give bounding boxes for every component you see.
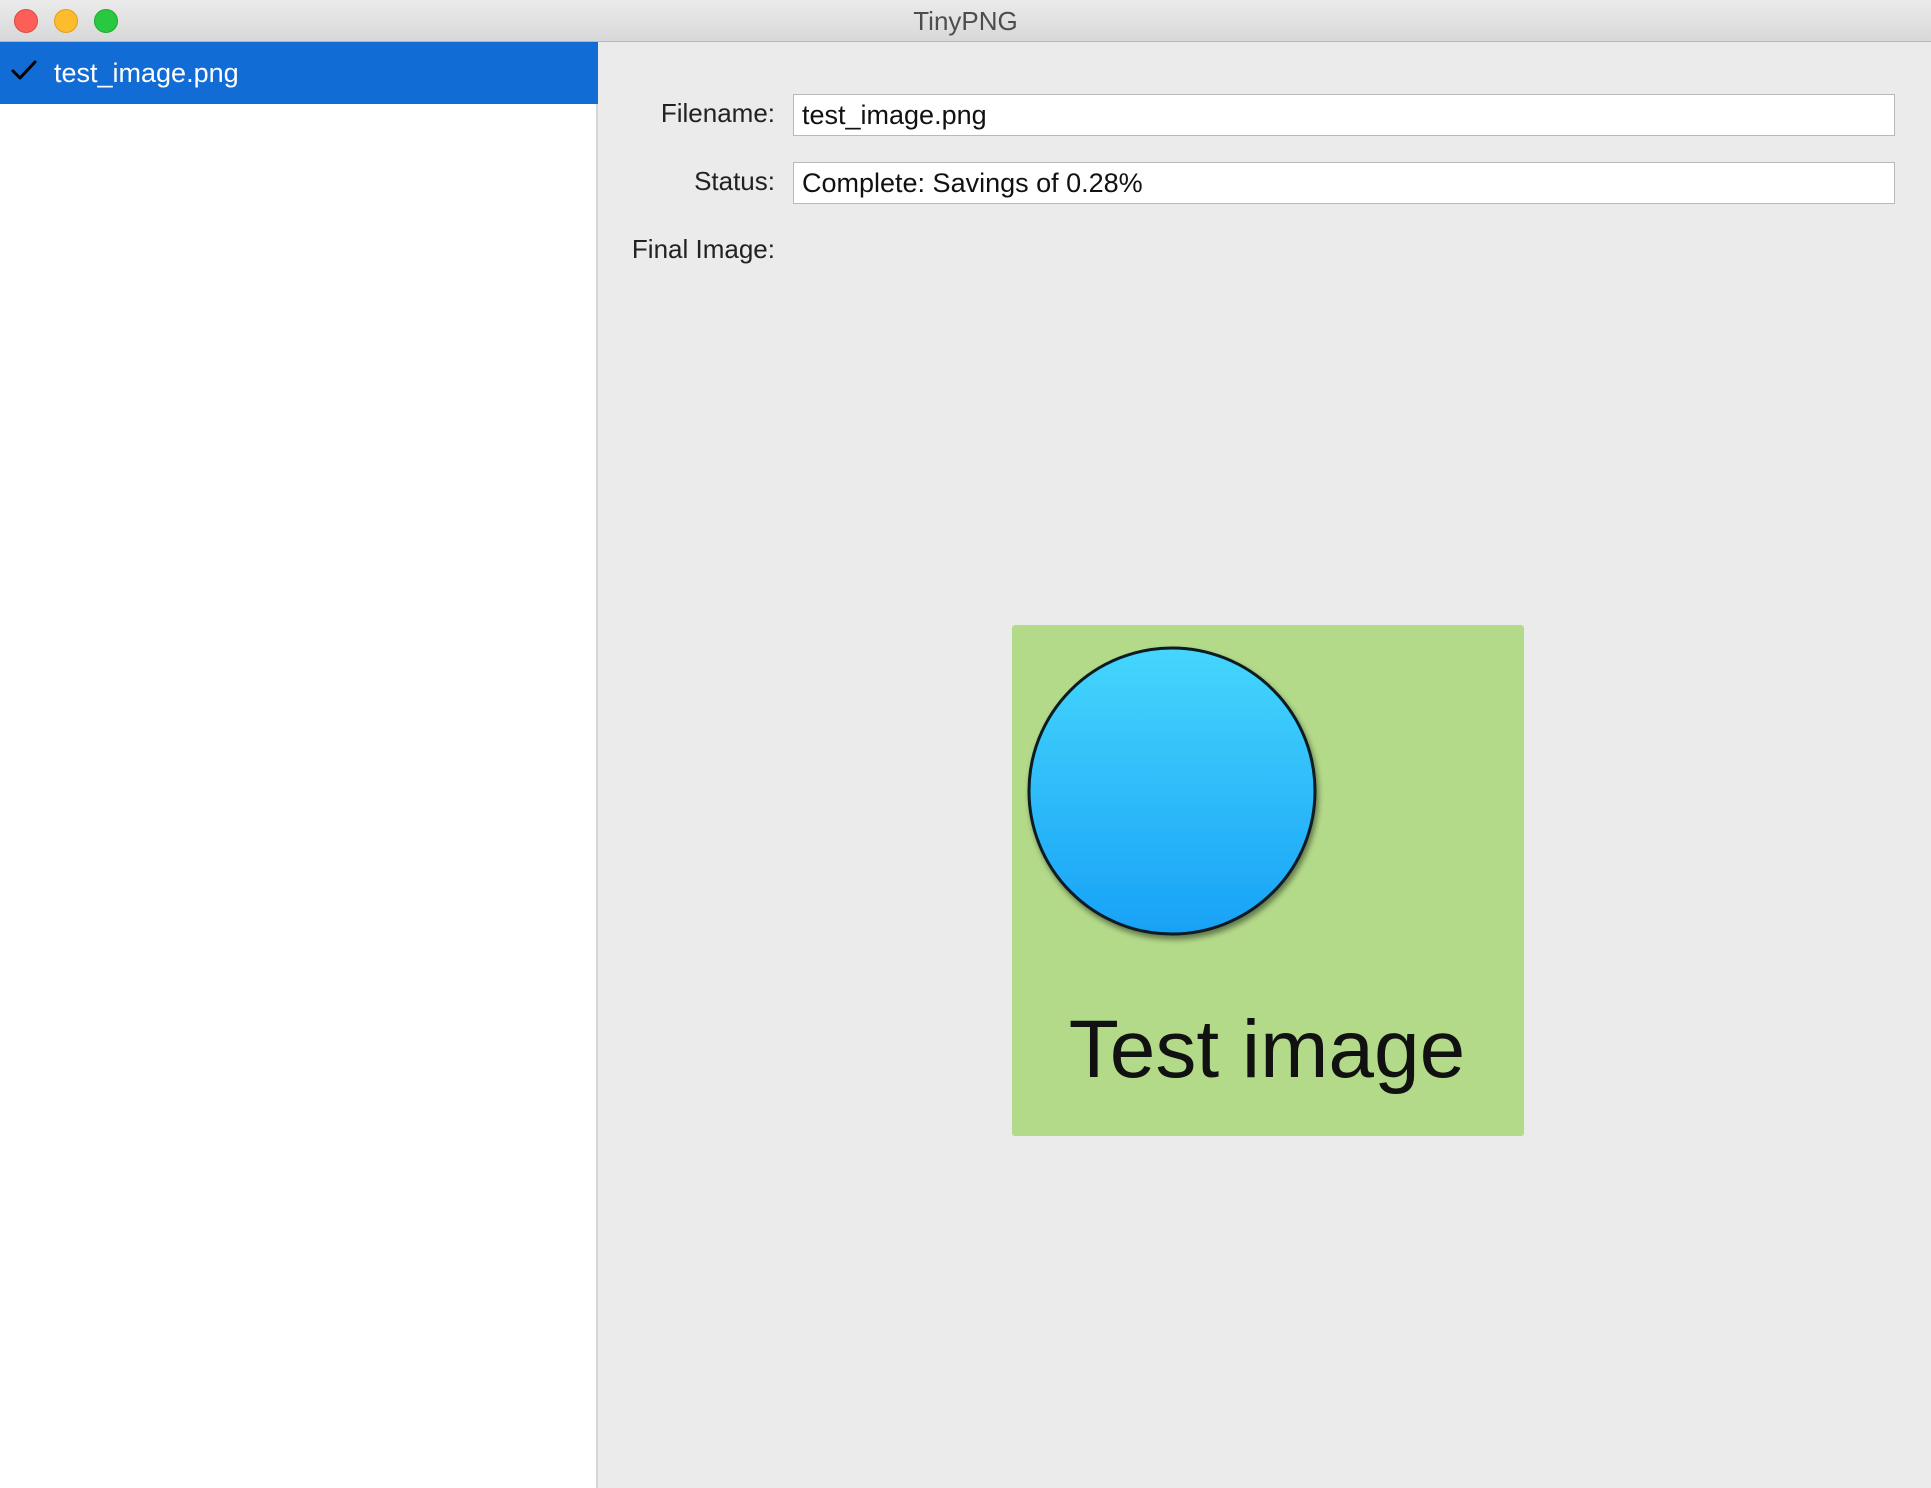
file-list-sidebar: test_image.png bbox=[0, 42, 598, 1488]
window-title: TinyPNG bbox=[913, 6, 1018, 36]
status-field[interactable]: Complete: Savings of 0.28% bbox=[793, 162, 1895, 204]
checkmark-icon bbox=[11, 60, 37, 80]
filename-label: Filename: bbox=[660, 98, 775, 128]
title-bar[interactable]: TinyPNG bbox=[0, 0, 1931, 42]
preview-caption: Test image bbox=[1069, 1004, 1466, 1095]
file-list-item-label: test_image.png bbox=[54, 58, 239, 88]
filename-field[interactable]: test_image.png bbox=[793, 94, 1895, 136]
file-list-item[interactable]: test_image.png bbox=[0, 42, 598, 104]
preview-circle bbox=[1027, 646, 1317, 936]
final-image-label: Final Image: bbox=[631, 234, 775, 264]
app-window: TinyPNG test_image.png Filename: test_im… bbox=[0, 0, 1931, 1488]
final-image-preview: Test image bbox=[1012, 625, 1524, 1136]
status-label: Status: bbox=[694, 166, 775, 196]
